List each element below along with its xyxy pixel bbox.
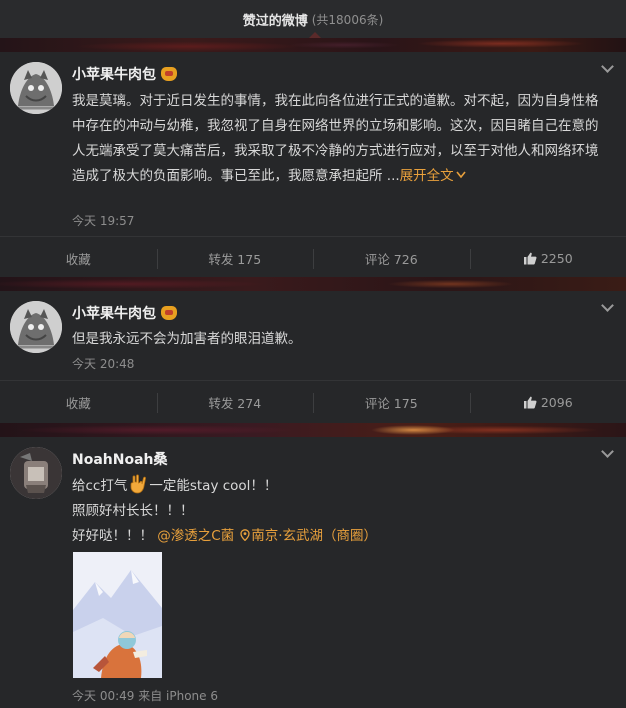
weibo-post: NoahNoah桑 给cc打气 一定能stay cool！！ 照顾好村长长！！！ … — [0, 437, 626, 708]
post-body: 我是莫璃。对于近日发生的事情，我在此向各位进行正式的道歉。对不起，因为自身性格中… — [72, 93, 599, 184]
avatar[interactable] — [10, 301, 62, 353]
liked-weibo-header: 赞过的微博 (共18006条) — [0, 0, 626, 38]
like-button[interactable]: 2096 — [469, 381, 626, 424]
chevron-down-icon[interactable] — [601, 299, 614, 312]
post-line: 给cc打气 一定能stay cool！！ — [72, 473, 602, 499]
post-line-text: 好好哒！！！ — [72, 528, 153, 544]
post-text: 我是莫璃。对于近日发生的事情，我在此向各位进行正式的道歉。对不起，因为自身性格中… — [72, 89, 602, 189]
like-button[interactable]: 2250 — [469, 237, 626, 280]
author-name[interactable]: 小苹果牛肉包 — [72, 64, 177, 84]
author-name[interactable]: 小苹果牛肉包 — [72, 303, 177, 323]
mention-link[interactable]: @渗透之C菌 — [157, 528, 234, 544]
post-line-text: 一定能stay cool！！ — [149, 478, 278, 494]
like-count: 2096 — [540, 395, 573, 410]
author-name-text[interactable]: 小苹果牛肉包 — [72, 303, 156, 323]
repost-button[interactable]: 转发 175 — [156, 237, 314, 280]
comment-label: 评论 726 — [364, 252, 418, 267]
location-link[interactable]: 南京·玄武湖（商圈） — [251, 528, 377, 544]
comment-button[interactable]: 评论 175 — [313, 381, 470, 424]
thumbs-up-icon — [523, 396, 537, 409]
header-count: (共18006条) — [311, 12, 384, 27]
rock-hand-emoji — [130, 474, 147, 494]
thumbs-up-icon — [523, 252, 537, 265]
weibo-post: 小苹果牛肉包 我是莫璃。对于近日发生的事情，我在此向各位进行正式的道歉。对不起，… — [0, 52, 626, 277]
favorite-button[interactable]: 收藏 — [0, 381, 157, 424]
comment-label: 评论 175 — [364, 396, 418, 411]
author-name-text[interactable]: 小苹果牛肉包 — [72, 64, 156, 84]
post-time[interactable]: 今天 00:49 来自 iPhone 6 — [72, 687, 218, 704]
favorite-button[interactable]: 收藏 — [0, 237, 157, 280]
action-bar: 收藏 转发 175 评论 726 2250 — [0, 236, 626, 280]
like-count: 2250 — [540, 251, 573, 266]
vip-crown-icon — [161, 306, 177, 320]
repost-label: 转发 175 — [208, 252, 262, 267]
post-line: 照顾好村长长！！！ — [72, 503, 194, 519]
avatar[interactable] — [10, 62, 62, 114]
decorative-banner — [0, 423, 626, 437]
favorite-label: 收藏 — [65, 252, 91, 267]
vip-crown-icon — [161, 67, 177, 81]
location-pin-icon — [240, 529, 250, 541]
chevron-down-icon — [456, 171, 466, 179]
expand-full-text-link[interactable]: 展开全文 — [400, 168, 466, 184]
decorative-banner — [0, 38, 626, 52]
header-title: 赞过的微博 — [242, 13, 308, 29]
post-time[interactable]: 今天 19:57 — [72, 212, 134, 229]
author-name-text[interactable]: NoahNoah桑 — [72, 449, 168, 469]
decorative-banner — [0, 277, 626, 291]
favorite-label: 收藏 — [65, 396, 91, 411]
repost-label: 转发 274 — [208, 396, 262, 411]
post-text: 给cc打气 一定能stay cool！！ 照顾好村长长！！！ 好好哒！！！ @渗透… — [72, 473, 602, 549]
weibo-post: 小苹果牛肉包 但是我永远不会为加害者的眼泪道歉。 今天 20:48 收藏 转发 … — [0, 291, 626, 423]
post-time[interactable]: 今天 20:48 — [72, 355, 134, 372]
post-text: 但是我永远不会为加害者的眼泪道歉。 — [72, 331, 302, 347]
avatar[interactable] — [10, 447, 62, 499]
post-image-thumbnail[interactable] — [73, 552, 162, 678]
repost-button[interactable]: 转发 274 — [156, 381, 314, 424]
expand-label[interactable]: 展开全文 — [400, 168, 454, 184]
post-line: 好好哒！！！ @渗透之C菌 南京·玄武湖（商圈） — [72, 524, 602, 549]
author-name[interactable]: NoahNoah桑 — [72, 449, 168, 469]
chevron-down-icon[interactable] — [601, 60, 614, 73]
chevron-down-icon[interactable] — [601, 445, 614, 458]
action-bar: 收藏 转发 274 评论 175 2096 — [0, 380, 626, 424]
post-line-text: 给cc打气 — [72, 478, 128, 494]
comment-button[interactable]: 评论 726 — [313, 237, 470, 280]
